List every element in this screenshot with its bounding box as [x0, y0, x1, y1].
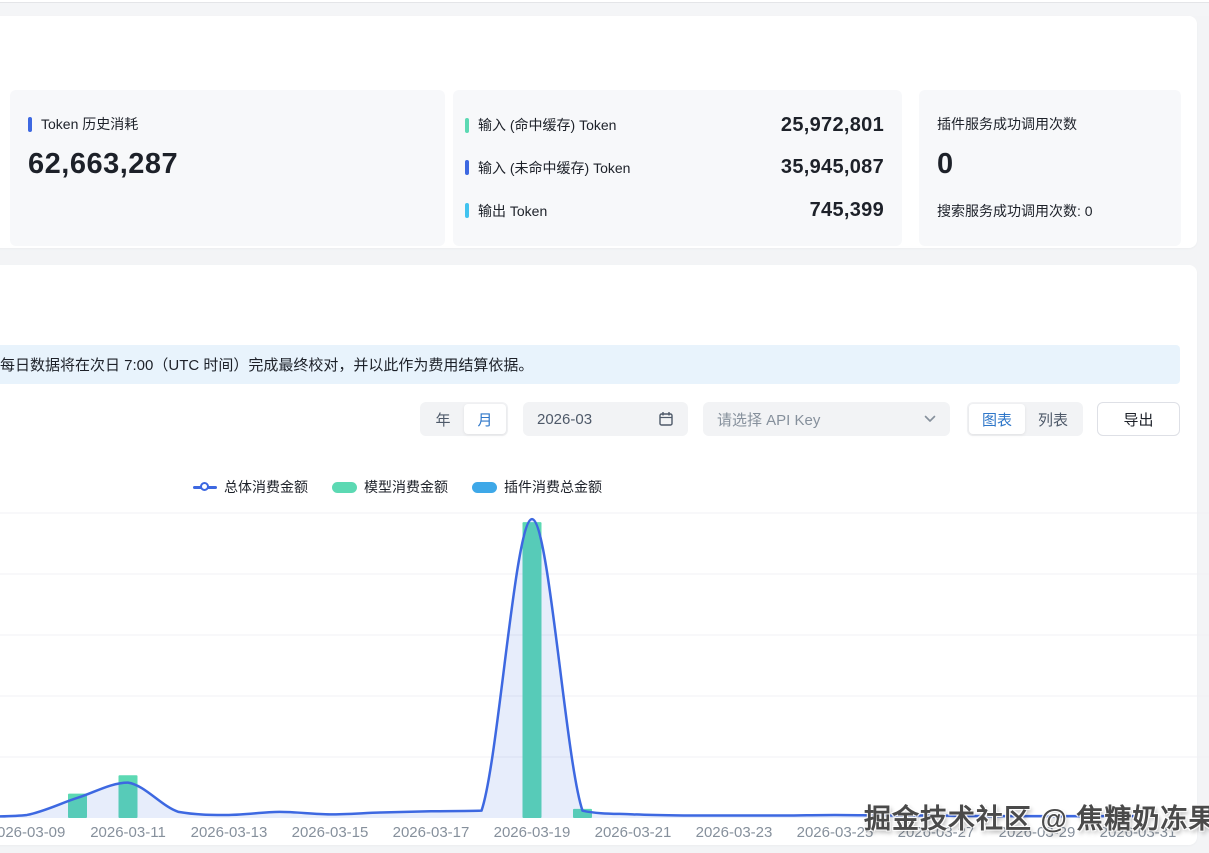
cache-hit-label: 输入 (命中缓存) Token — [478, 115, 616, 135]
line-ring-icon — [200, 482, 209, 491]
calendar-icon — [658, 411, 674, 427]
line-marker-icon — [193, 486, 217, 489]
token-card-marker — [28, 117, 32, 132]
plugin-calls-card: 插件服务成功调用次数 0 搜索服务成功调用次数: 0 — [919, 90, 1181, 246]
view-option-chart[interactable]: 图表 — [969, 404, 1025, 434]
cache-hit-marker — [465, 118, 469, 133]
io-row-cache-miss: 输入 (未命中缓存) Token 35,945,087 — [465, 156, 884, 179]
page-background-strip — [0, 2, 1209, 16]
period-option-month[interactable]: 月 — [464, 404, 506, 434]
cache-miss-label: 输入 (未命中缓存) Token — [478, 158, 630, 178]
output-token-value: 745,399 — [810, 199, 884, 222]
cache-miss-marker — [465, 160, 469, 175]
legend-label-plugin: 插件消费总金额 — [504, 477, 602, 497]
output-token-marker — [465, 203, 469, 218]
x-axis-tick-label: 2026-03-15 — [292, 824, 369, 841]
chevron-down-icon — [924, 415, 936, 423]
bar-marker-icon-blue — [472, 482, 497, 493]
view-option-list[interactable]: 列表 — [1025, 404, 1081, 434]
plugin-calls-value: 0 — [937, 148, 1163, 181]
plugin-calls-title: 插件服务成功调用次数 — [937, 114, 1163, 134]
month-picker[interactable]: 2026-03 — [523, 402, 688, 436]
api-key-placeholder: 请选择 API Key — [717, 409, 820, 430]
token-card-label: Token 历史消耗 — [41, 114, 138, 134]
period-toggle: 年 月 — [420, 402, 508, 436]
legend-label-model: 模型消费金额 — [364, 477, 448, 497]
x-axis-tick-label: 2026-03-23 — [696, 824, 773, 841]
chart-legend: 总体消费金额 模型消费金额 插件消费总金额 — [193, 477, 602, 497]
bar-marker-icon-green — [332, 482, 357, 493]
x-axis-tick-label: 2026-03-25 — [797, 824, 874, 841]
x-axis-tick-label: 2026-03-17 — [393, 824, 470, 841]
total-area — [0, 519, 1138, 818]
legend-item-total[interactable]: 总体消费金额 — [193, 477, 308, 497]
search-calls-line: 搜索服务成功调用次数: 0 — [937, 201, 1163, 221]
watermark: 掘金技术社区 @ 焦糖奶冻果 — [864, 797, 1209, 836]
legend-item-plugin[interactable]: 插件消费总金额 — [472, 477, 602, 497]
io-row-cache-hit: 输入 (命中缓存) Token 25,972,801 — [465, 114, 884, 137]
stats-panel: Token 历史消耗 62,663,287 输入 (命中缓存) Token 25… — [0, 16, 1197, 248]
io-row-output: 输出 Token 745,399 — [465, 199, 884, 222]
token-io-card: 输入 (命中缓存) Token 25,972,801 输入 (未命中缓存) To… — [453, 90, 902, 246]
x-axis-tick-label: 2026-03-19 — [494, 824, 571, 841]
x-axis-tick-label: 2026-03-21 — [595, 824, 672, 841]
x-axis-tick-label: 2026-03-13 — [191, 824, 268, 841]
x-axis-tick-label: 2026-03-11 — [90, 824, 166, 841]
period-option-year[interactable]: 年 — [422, 404, 464, 434]
view-toggle: 图表 列表 — [967, 402, 1083, 436]
cache-miss-value: 35,945,087 — [781, 156, 884, 179]
cache-hit-value: 25,972,801 — [781, 114, 884, 137]
token-total-value: 62,663,287 — [28, 148, 427, 181]
x-axis-tick-label: 2026-03-09 — [0, 824, 65, 841]
token-history-card: Token 历史消耗 62,663,287 — [10, 90, 445, 246]
legend-item-model[interactable]: 模型消费金额 — [332, 477, 448, 497]
usage-dashboard: Token 历史消耗 62,663,287 输入 (命中缓存) Token 25… — [0, 0, 1209, 853]
api-key-select[interactable]: 请选择 API Key — [703, 402, 950, 436]
export-button[interactable]: 导出 — [1097, 402, 1180, 436]
month-picker-value: 2026-03 — [537, 411, 592, 428]
legend-label-total: 总体消费金额 — [224, 477, 308, 497]
output-token-label: 输出 Token — [478, 201, 547, 221]
settlement-notice-text: 每日数据将在次日 7:00（UTC 时间）完成最终校对，并以此作为费用结算依据。 — [0, 354, 533, 375]
settlement-notice-banner: 每日数据将在次日 7:00（UTC 时间）完成最终校对，并以此作为费用结算依据。 — [0, 345, 1180, 384]
